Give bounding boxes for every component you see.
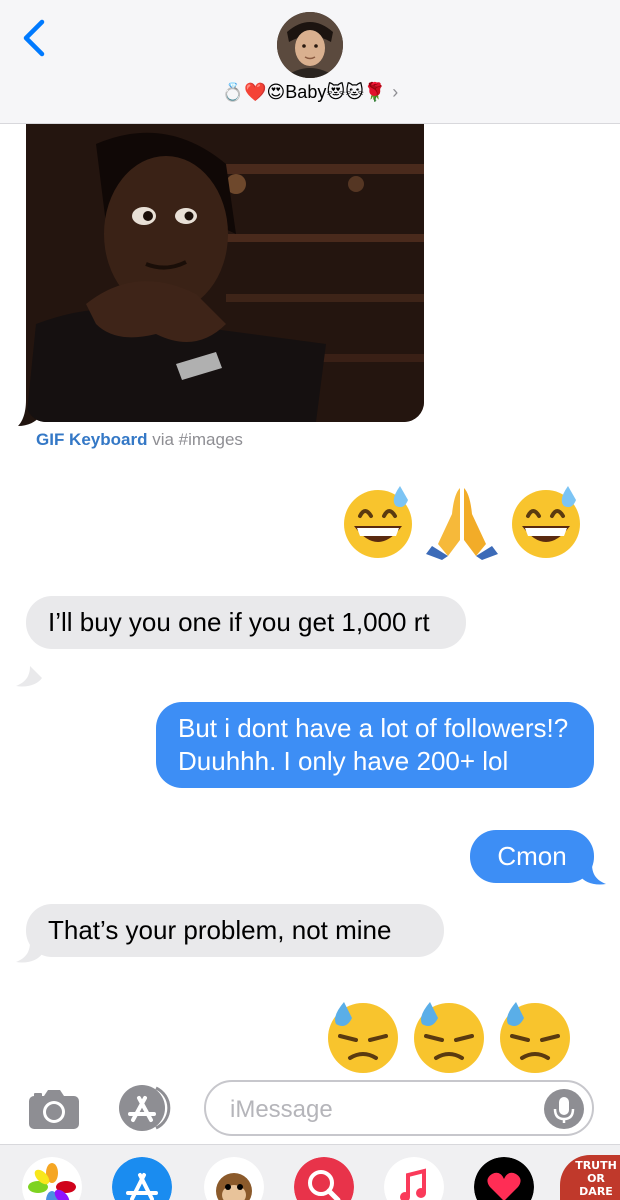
- camera-icon[interactable]: [28, 1088, 80, 1130]
- app-drawer: TRUTH OR DARE: [0, 1144, 620, 1200]
- chevron-right-icon: ›: [392, 82, 399, 102]
- digital-touch-icon[interactable]: [474, 1157, 534, 1200]
- music-icon[interactable]: [384, 1157, 444, 1200]
- conversation-header: 💍❤️😍Baby😻🐱🌹 ›: [0, 0, 620, 124]
- downcast-sweat-emoji-icon: [414, 1002, 484, 1073]
- gif-app-name[interactable]: GIF Keyboard: [36, 430, 147, 449]
- truth-or-dare-label: TRUTH OR DARE: [575, 1159, 617, 1198]
- bubble-tail: [16, 666, 42, 687]
- microphone-icon[interactable]: [544, 1089, 584, 1129]
- grinning-sweat-emoji-icon: [344, 486, 412, 558]
- input-placeholder: iMessage: [230, 1096, 333, 1123]
- incoming-message-bubble[interactable]: That’s your problem, not mine: [26, 904, 444, 957]
- outgoing-message-bubble[interactable]: Cmon: [470, 830, 594, 883]
- incoming-message-bubble[interactable]: I’ll buy you one if you get 1,000 rt: [26, 596, 466, 649]
- gif-message[interactable]: [18, 124, 428, 426]
- contact-emoji-prefix: 💍❤️😍: [221, 82, 286, 103]
- grinning-sweat-emoji-icon: [512, 486, 580, 558]
- contact-name: Baby: [285, 82, 327, 102]
- contact-avatar[interactable]: [277, 12, 343, 78]
- contact-name-row[interactable]: 💍❤️😍Baby😻🐱🌹 ›: [0, 82, 620, 103]
- downcast-sweat-emoji-icon: [500, 1002, 570, 1073]
- downcast-sweat-emoji-icon: [328, 1002, 398, 1073]
- app-store-button-icon[interactable]: [116, 1084, 176, 1132]
- emoji-message[interactable]: [340, 484, 584, 560]
- bubble-tail: [16, 942, 42, 963]
- bubble-tail: [580, 864, 606, 885]
- contact-emoji-suffix: 😻🐱🌹: [326, 82, 387, 103]
- truth-or-dare-icon[interactable]: TRUTH OR DARE: [560, 1155, 620, 1200]
- gif-attribution[interactable]: GIF Keyboard via #images: [36, 430, 243, 450]
- gif-via-text: via #images: [152, 430, 243, 449]
- emoji-message[interactable]: [324, 998, 574, 1076]
- message-text: I’ll buy you one if you get 1,000 rt: [48, 607, 430, 637]
- app-store-icon[interactable]: [112, 1157, 172, 1200]
- message-text: Cmon: [497, 841, 567, 871]
- folded-hands-emoji-icon: [426, 488, 498, 560]
- message-text: That’s your problem, not mine: [48, 915, 392, 945]
- message-text: But i dont have a lot of followers!? Duu…: [178, 713, 569, 776]
- back-chevron-icon[interactable]: [18, 18, 52, 58]
- search-images-icon[interactable]: [294, 1157, 354, 1200]
- photos-icon[interactable]: [22, 1157, 82, 1200]
- outgoing-message-bubble[interactable]: But i dont have a lot of followers!? Duu…: [156, 702, 594, 788]
- gif-image[interactable]: [26, 124, 424, 422]
- message-input[interactable]: iMessage: [204, 1080, 594, 1136]
- animoji-icon[interactable]: [204, 1157, 264, 1200]
